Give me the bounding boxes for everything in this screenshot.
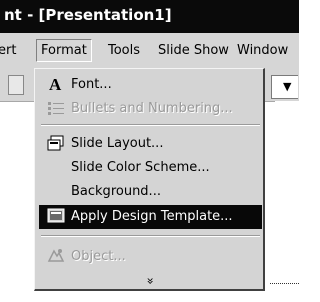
expand-menu-icon[interactable]: » xyxy=(144,277,158,284)
font-icon: A xyxy=(49,75,62,93)
svg-text:A: A xyxy=(49,75,62,93)
design-template-icon xyxy=(47,208,65,223)
menu-item-label: Object... xyxy=(71,249,126,264)
font-combo[interactable]: ▼ xyxy=(271,75,298,99)
menu-item-font[interactable]: A Font... xyxy=(39,73,262,97)
menu-separator xyxy=(41,235,260,237)
chevron-down-icon[interactable]: ▼ xyxy=(283,80,291,93)
menu-item-label: Font... xyxy=(71,77,112,92)
menu-item-label: Slide Layout... xyxy=(71,136,164,151)
menu-item-object[interactable]: Object... xyxy=(39,245,262,269)
title-bar: nt - [Presentation1] xyxy=(0,0,299,33)
window-title: nt - [Presentation1] xyxy=(4,6,172,24)
menu-insert[interactable]: ert xyxy=(0,43,16,58)
menu-item-slide-layout[interactable]: Slide Layout... xyxy=(39,132,262,156)
object-icon xyxy=(47,249,65,262)
menu-format[interactable]: Format xyxy=(36,39,92,62)
menu-bar: ert Format Tools Slide Show Window xyxy=(0,33,299,70)
menu-item-label: Background... xyxy=(71,184,161,199)
paste-icon[interactable] xyxy=(8,75,24,95)
menu-tools[interactable]: Tools xyxy=(108,43,140,58)
menu-item-slide-color-scheme[interactable]: Slide Color Scheme... xyxy=(39,156,262,180)
menu-item-label: Apply Design Template... xyxy=(71,209,233,224)
slide-placeholder-border xyxy=(270,283,299,284)
menu-item-label: Bullets and Numbering... xyxy=(71,101,233,116)
menu-separator xyxy=(41,124,260,126)
slide-area xyxy=(275,101,299,302)
bullets-icon xyxy=(48,102,64,115)
menu-item-label: Slide Color Scheme... xyxy=(71,160,210,175)
format-menu: A Font... Bullets and Numbering... Slide… xyxy=(34,68,265,291)
menu-item-apply-design-template[interactable]: Apply Design Template... xyxy=(39,205,262,229)
menu-window[interactable]: Window xyxy=(237,43,288,58)
menu-item-bullets[interactable]: Bullets and Numbering... xyxy=(39,97,262,121)
menu-slide-show[interactable]: Slide Show xyxy=(158,43,229,58)
menu-item-background[interactable]: Background... xyxy=(39,180,262,204)
slide-layout-icon xyxy=(47,135,64,151)
